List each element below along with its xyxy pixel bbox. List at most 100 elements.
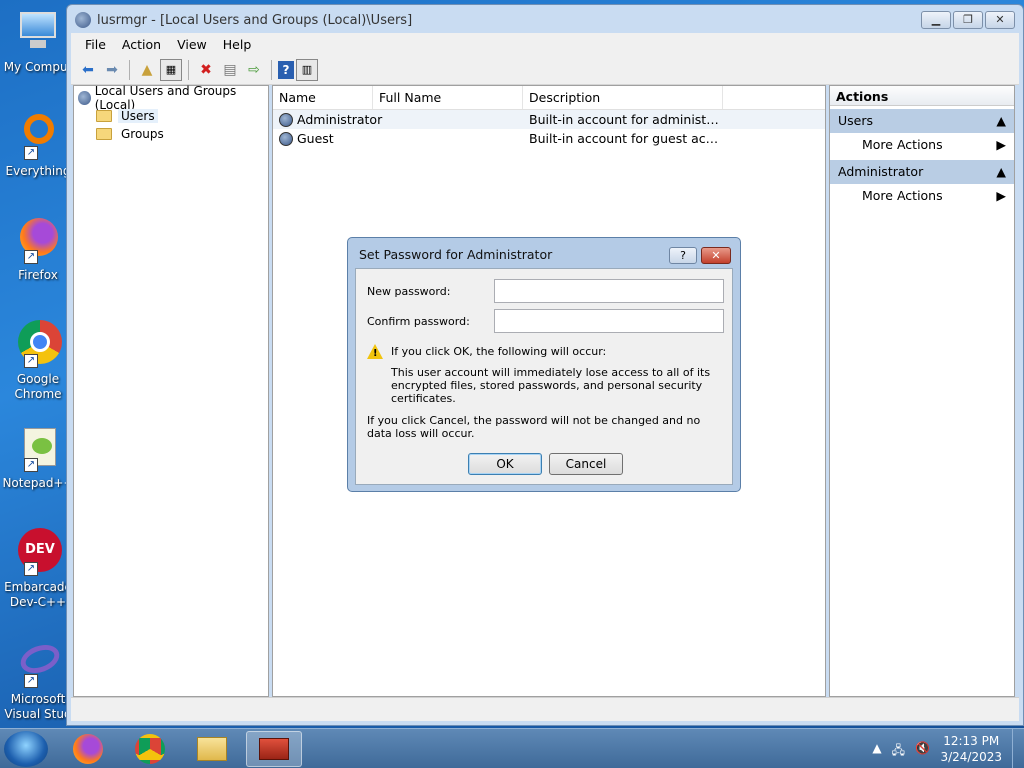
show-hide-tree-icon[interactable]: ▦	[160, 58, 182, 81]
taskbar-explorer[interactable]	[184, 731, 240, 767]
submenu-arrow-icon: ▶	[996, 188, 1006, 203]
export-list-icon[interactable]: ⇨	[243, 59, 265, 81]
section-label: Users	[838, 113, 874, 128]
delete-icon[interactable]: ✖	[195, 59, 217, 81]
visual-studio-icon: ↗	[14, 639, 64, 688]
dialog-controls: ? ✕	[669, 247, 731, 264]
toolbox-icon	[259, 738, 289, 760]
action-label: More Actions	[862, 188, 943, 203]
section-label: Administrator	[838, 164, 924, 179]
toolbar: ⬅ ➡ ▲ ▦ ✖ ▤ ⇨ ? ▥	[71, 55, 1019, 85]
desktop-icon-my-computer[interactable]: My Comput	[0, 8, 76, 75]
user-name: Guest	[297, 131, 334, 146]
dialog-close-button[interactable]: ✕	[701, 247, 731, 264]
shortcut-arrow-icon: ↗	[24, 674, 38, 688]
forward-icon[interactable]: ➡	[101, 59, 123, 81]
help-icon[interactable]: ?	[278, 60, 294, 79]
more-actions-administrator[interactable]: More Actions ▶	[830, 184, 1014, 208]
shortcut-arrow-icon: ↗	[24, 458, 38, 472]
warning-mark: !	[373, 348, 378, 359]
menu-help[interactable]: Help	[215, 35, 260, 54]
dialog-help-button[interactable]: ?	[669, 247, 697, 264]
desktop-icon-label: Firefox	[18, 268, 58, 282]
new-password-row: New password:	[367, 279, 727, 303]
column-header-name[interactable]: Name	[273, 86, 373, 109]
taskbar-chrome[interactable]	[122, 731, 178, 767]
actions-section-users[interactable]: Users ▲	[830, 109, 1014, 133]
up-folder-icon[interactable]: ▲	[136, 59, 158, 81]
minimize-button[interactable]: ▁	[921, 11, 951, 29]
system-tray: ▲ 🖧 🔇	[872, 741, 930, 762]
menu-action[interactable]: Action	[114, 35, 169, 54]
warning-body: This user account will immediately lose …	[391, 366, 711, 405]
window-titlebar[interactable]: lusrmgr - [Local Users and Groups (Local…	[67, 5, 1023, 35]
set-password-dialog: Set Password for Administrator ? ✕ New p…	[347, 237, 741, 492]
clock[interactable]: 12:13 PM 3/24/2023	[940, 733, 1002, 765]
column-header-full-name[interactable]: Full Name	[373, 86, 523, 109]
maximize-button[interactable]: ❐	[953, 11, 983, 29]
network-icon[interactable]: 🖧	[892, 741, 905, 762]
desktop-icon-chrome[interactable]: ↗ Google Chrome	[0, 320, 76, 402]
menubar: File Action View Help	[71, 33, 1019, 55]
action-label: More Actions	[862, 137, 943, 152]
warning-heading: If you click OK, the following will occu…	[391, 345, 607, 358]
users-app-icon	[75, 12, 91, 28]
toolbar-separator	[129, 59, 130, 80]
start-button[interactable]	[4, 731, 48, 767]
menu-file[interactable]: File	[77, 35, 114, 54]
tree-item-groups[interactable]: Groups	[78, 125, 264, 143]
cell-description: Built-in account for administering...	[529, 112, 723, 127]
show-desktop-button[interactable]	[1012, 729, 1024, 768]
devcpp-icon: DEV ↗	[14, 528, 62, 576]
everything-icon: ↗	[14, 112, 62, 160]
desktop-icon-label: Google Chrome	[14, 372, 62, 401]
users-group-icon	[78, 91, 91, 105]
actions-title: Actions	[830, 86, 1014, 106]
folder-icon	[96, 110, 112, 122]
collapse-icon[interactable]: ▲	[996, 164, 1006, 180]
toolbar-separator	[271, 59, 272, 80]
desktop-icon-everything[interactable]: ↗ Everything	[0, 112, 76, 179]
volume-muted-icon[interactable]: 🔇	[915, 741, 930, 762]
menu-view[interactable]: View	[169, 35, 215, 54]
show-hide-action-pane-icon[interactable]: ▥	[296, 58, 318, 81]
tree-pane: Local Users and Groups (Local) Users Gro…	[73, 84, 269, 697]
cancel-note: If you click Cancel, the password will n…	[367, 414, 701, 440]
window-title: lusrmgr - [Local Users and Groups (Local…	[97, 12, 413, 28]
list-header: Name Full Name Description	[273, 86, 825, 110]
confirm-password-field[interactable]	[494, 309, 724, 333]
desktop-icon-notepadpp[interactable]: ↗ Notepad++	[0, 424, 76, 491]
column-header-description[interactable]: Description	[523, 86, 723, 109]
close-button[interactable]: ✕	[985, 11, 1015, 29]
collapse-icon[interactable]: ▲	[996, 113, 1006, 129]
desktop-icon-visual-studio[interactable]: ↗ Microsoft Visual Stud	[0, 639, 76, 722]
properties-icon[interactable]: ▤	[219, 59, 241, 81]
status-bar	[71, 697, 1019, 721]
tree-root[interactable]: Local Users and Groups (Local)	[78, 84, 264, 112]
actions-section-administrator[interactable]: Administrator ▲	[830, 160, 1014, 184]
clock-date: 3/24/2023	[940, 750, 1002, 764]
desktop-icon-label: Notepad++	[2, 476, 74, 490]
show-hidden-icons-icon[interactable]: ▲	[872, 741, 881, 762]
taskbar-lusrmgr[interactable]	[246, 731, 302, 767]
cancel-button[interactable]: Cancel	[549, 453, 623, 475]
user-icon	[279, 131, 293, 146]
shortcut-arrow-icon: ↗	[24, 354, 38, 368]
desktop-icon-label: My Comput	[3, 60, 73, 74]
shortcut-arrow-icon: ↗	[24, 562, 38, 576]
firefox-icon	[73, 734, 103, 764]
back-icon[interactable]: ⬅	[77, 59, 99, 81]
table-row-guest[interactable]: Guest Built-in account for guest access …	[273, 129, 825, 148]
desktop-icon-label: Microsoft Visual Stud	[4, 692, 72, 721]
user-icon	[279, 112, 293, 127]
table-row-administrator[interactable]: Administrator Built-in account for admin…	[273, 110, 825, 129]
new-password-field[interactable]	[494, 279, 724, 303]
cell-description: Built-in account for guest access t...	[529, 131, 723, 146]
shortcut-arrow-icon: ↗	[24, 250, 38, 264]
ok-button[interactable]: OK	[468, 453, 542, 475]
taskbar-firefox[interactable]	[60, 731, 116, 767]
desktop-icon-devcpp[interactable]: DEV ↗ Embarcade Dev-C++	[0, 528, 76, 610]
more-actions-users[interactable]: More Actions ▶	[830, 133, 1014, 157]
confirm-password-row: Confirm password:	[367, 309, 727, 333]
desktop-icon-firefox[interactable]: ↗ Firefox	[0, 216, 76, 283]
